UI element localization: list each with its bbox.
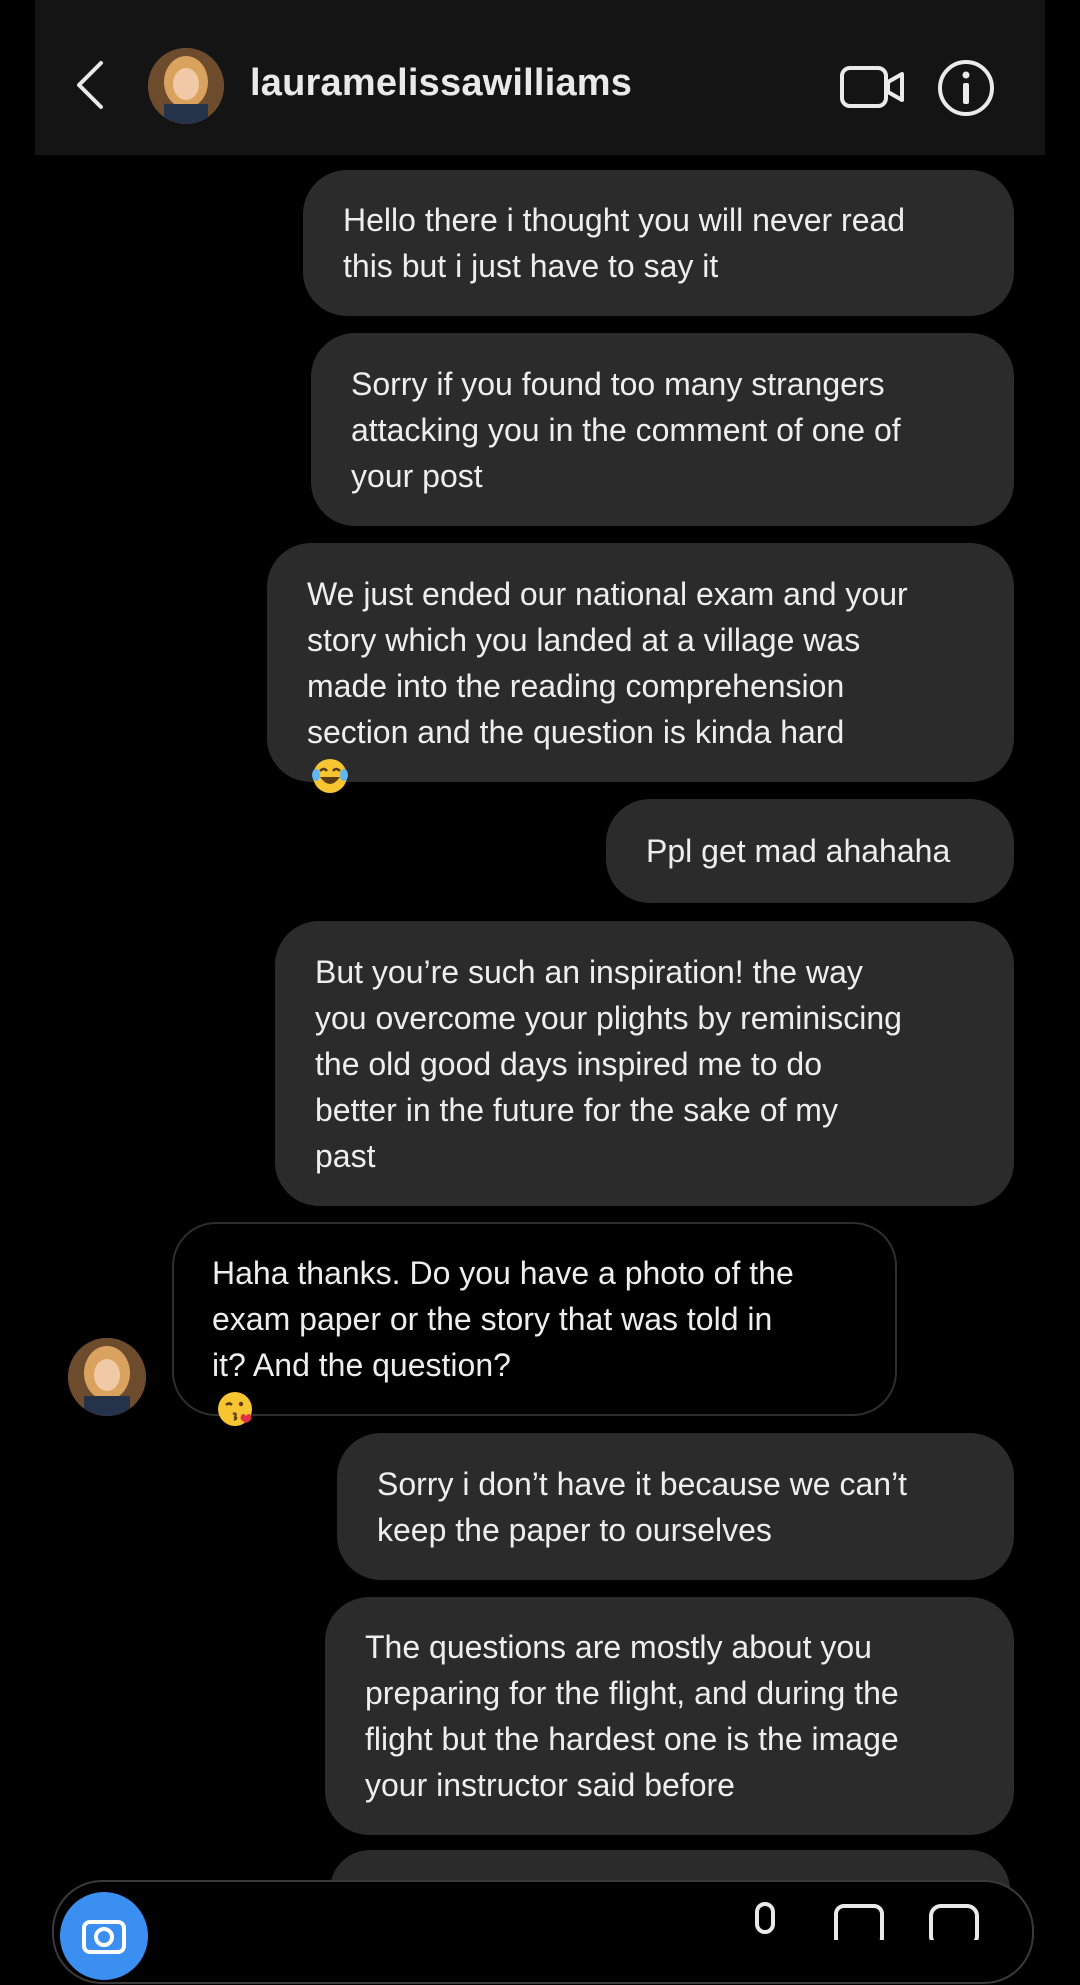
message-bubble-sent[interactable]: Sorry if you found too many strangers at… <box>311 333 1014 526</box>
message-text-body: Haha thanks. Do you have a photo of the … <box>212 1255 794 1383</box>
gallery-icon[interactable] <box>830 1900 890 1940</box>
chevron-left-icon <box>77 61 103 109</box>
laughing-tears-emoji <box>312 758 348 793</box>
back-button[interactable] <box>60 50 120 120</box>
message-bubble-sent[interactable]: We just ended our national exam and your… <box>267 543 1014 793</box>
contact-username[interactable]: lauramelissawilliams <box>250 62 632 105</box>
message-bubble-sent[interactable]: Sorry i don’t have it because we can’t k… <box>337 1433 1014 1580</box>
video-call-icon <box>840 66 904 108</box>
message-bubble-sent[interactable]: The questions are mostly about you prepa… <box>325 1597 1014 1835</box>
message-text: Haha thanks. Do you have a photo of the … <box>212 1204 794 1434</box>
avatar-image <box>68 1338 146 1416</box>
camera-button[interactable] <box>60 1892 148 1980</box>
message-text: We just ended our national exam and your… <box>307 525 908 801</box>
info-button[interactable] <box>936 58 996 118</box>
microphone-icon[interactable] <box>745 1900 785 1940</box>
sender-avatar[interactable] <box>68 1338 146 1416</box>
camera-icon <box>82 1920 126 1954</box>
sticker-icon[interactable] <box>925 1900 985 1940</box>
avatar-image <box>148 48 224 124</box>
message-text: But you’re such an inspiration! the way … <box>315 953 902 1174</box>
message-text: Sorry if you found too many strangers at… <box>351 365 901 494</box>
message-text: Hello there i thought you will never rea… <box>343 202 906 284</box>
message-text: The questions are mostly about you prepa… <box>365 1629 899 1803</box>
message-bubble-received[interactable]: Haha thanks. Do you have a photo of the … <box>172 1222 897 1426</box>
message-bubble-sent[interactable]: Ppl get mad ahahaha <box>606 799 1014 903</box>
video-call-button[interactable] <box>838 62 908 112</box>
kissing-heart-emoji <box>218 1392 252 1426</box>
contact-avatar[interactable] <box>148 48 224 124</box>
message-text: Ppl get mad ahahaha <box>646 833 951 869</box>
message-bubble-sent[interactable]: But you’re such an inspiration! the way … <box>275 921 1014 1206</box>
message-bubble-sent[interactable]: Hello there i thought you will never rea… <box>303 170 1014 316</box>
message-text-body: We just ended our national exam and your… <box>307 575 908 750</box>
message-text: Sorry i don’t have it because we can’t k… <box>377 1465 908 1548</box>
info-icon <box>938 60 994 116</box>
